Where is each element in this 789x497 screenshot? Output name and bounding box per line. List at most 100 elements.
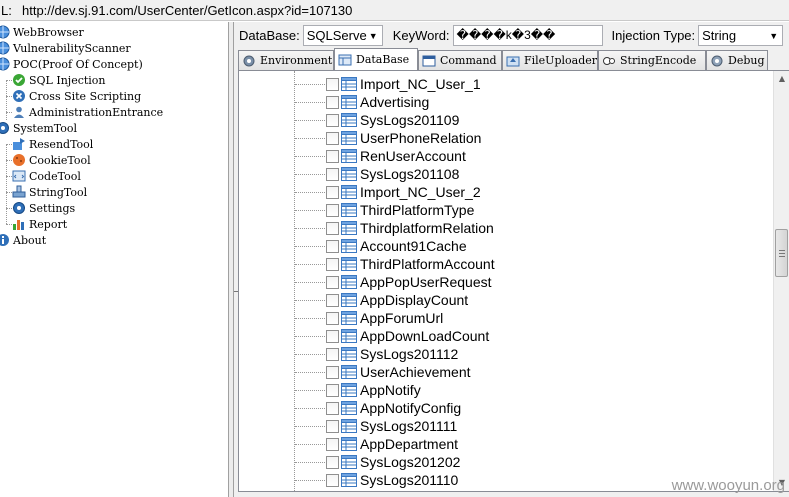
window-icon	[422, 55, 436, 66]
table-checkbox[interactable]	[326, 366, 339, 379]
gear-icon	[13, 202, 25, 214]
table-row[interactable]: AppNotifyConfig	[239, 399, 779, 417]
globe-icon	[0, 57, 10, 71]
table-name: Import_NC_User_1	[360, 76, 481, 92]
table-row[interactable]: SysLogs201108	[239, 165, 779, 183]
table-checkbox[interactable]	[326, 78, 339, 91]
table-name: SysLogs201111	[360, 418, 458, 434]
table-name: UserPhoneRelation	[360, 130, 482, 146]
database-select[interactable]: SQLServe ▼	[302, 24, 383, 46]
table-checkbox[interactable]	[326, 132, 339, 145]
tab-fileuploader[interactable]: FileUploader	[502, 50, 598, 70]
address-url[interactable]: http://dev.sj.91.com/UserCenter/GetIcon.…	[12, 3, 352, 18]
tab-command[interactable]: Command	[418, 50, 502, 70]
table-icon	[341, 257, 357, 271]
table-icon	[341, 473, 357, 487]
tree-item-poc-proof-of-concept[interactable]: POC(Proof Of Concept)	[0, 56, 143, 72]
tree-item-resendtool[interactable]: ResendTool	[12, 136, 93, 152]
tree-item-label: Report	[29, 217, 68, 231]
tree-item-codetool[interactable]: CodeTool	[12, 168, 81, 184]
table-row[interactable]: Import_NC_User_1	[239, 75, 779, 93]
table-checkbox[interactable]	[326, 114, 339, 127]
keyword-input[interactable]: ����k�3��	[452, 24, 603, 46]
table-icon	[341, 455, 357, 469]
table-checkbox[interactable]	[326, 474, 339, 487]
tab-label: StringEncode	[620, 54, 697, 67]
tree-connector	[295, 156, 325, 157]
encode-icon	[603, 56, 615, 65]
tree-item-cross-site-scripting[interactable]: Cross Site Scripting	[12, 88, 141, 104]
injection-type-value: String	[702, 27, 737, 43]
chevron-down-icon: ▼	[368, 30, 378, 41]
tree-item-about[interactable]: About	[0, 232, 46, 248]
tree-item-report[interactable]: Report	[12, 216, 67, 232]
table-checkbox[interactable]	[326, 240, 339, 253]
table-row[interactable]: AppForumUrl	[239, 309, 779, 327]
tab-stringencode[interactable]: StringEncode	[598, 50, 706, 70]
tree-item-cookietool[interactable]: CookieTool	[12, 152, 91, 168]
table-row[interactable]: AppDepartment	[239, 435, 779, 453]
tree-item-settings[interactable]: Settings	[12, 200, 75, 216]
table-row[interactable]: Advertising	[239, 93, 779, 111]
table-checkbox[interactable]	[326, 330, 339, 343]
table-row[interactable]: UserAchievement	[239, 363, 779, 381]
tree-item-webbrowser[interactable]: WebBrowser	[0, 24, 84, 40]
table-checkbox[interactable]	[326, 402, 339, 415]
tree-item-label: VulnerabilityScanner	[13, 41, 131, 55]
database-label: DataBase:	[239, 27, 300, 43]
tree-item-label: CodeTool	[29, 169, 81, 183]
table-row[interactable]: AppDisplayCount	[239, 291, 779, 309]
user-icon	[14, 106, 24, 118]
table-row[interactable]: Account91Cache	[239, 237, 779, 255]
table-checkbox[interactable]	[326, 384, 339, 397]
table-checkbox[interactable]	[326, 258, 339, 271]
table-checkbox[interactable]	[326, 456, 339, 469]
globe-icon	[0, 25, 10, 39]
table-row[interactable]: AppDownLoadCount	[239, 327, 779, 345]
table-checkbox[interactable]	[326, 420, 339, 433]
upload-icon	[506, 56, 520, 66]
table-checkbox[interactable]	[326, 204, 339, 217]
tree-item-vulnerabilityscanner[interactable]: VulnerabilityScanner	[0, 40, 131, 56]
table-row[interactable]: UserPhoneRelation	[239, 129, 779, 147]
table-row[interactable]: Import_NC_User_2	[239, 183, 779, 201]
tab-label: FileUploader	[524, 54, 597, 67]
table-row[interactable]: SysLogs201109	[239, 111, 779, 129]
table-checkbox[interactable]	[326, 438, 339, 451]
table-checkbox[interactable]	[326, 348, 339, 361]
table-checkbox[interactable]	[326, 150, 339, 163]
table-row[interactable]: ThirdplatformRelation	[239, 219, 779, 237]
injection-type-select[interactable]: String ▼	[698, 24, 784, 46]
tree-item-administrationentrance[interactable]: AdministrationEntrance	[12, 104, 163, 120]
table-row[interactable]: SysLogs201112	[239, 345, 779, 363]
info-icon	[0, 234, 9, 246]
table-row[interactable]: ThirdPlatformAccount	[239, 255, 779, 273]
scroll-up-arrow-icon[interactable]: ▲	[774, 71, 789, 87]
table-checkbox[interactable]	[326, 222, 339, 235]
table-checkbox[interactable]	[326, 294, 339, 307]
tab-debug[interactable]: Debug	[706, 50, 768, 70]
table-row[interactable]: SysLogs201111	[239, 417, 779, 435]
table-row[interactable]: AppPopUserRequest	[239, 273, 779, 291]
table-row[interactable]: AppNotify	[239, 381, 779, 399]
table-checkbox[interactable]	[326, 312, 339, 325]
table-row[interactable]: ThirdPlatformType	[239, 201, 779, 219]
table-checkbox[interactable]	[326, 168, 339, 181]
scroll-thumb[interactable]	[775, 229, 788, 277]
table-icon	[341, 311, 357, 325]
tree-item-systemtool[interactable]: SystemTool	[0, 120, 77, 136]
vertical-scrollbar[interactable]: ▲ ▼	[773, 71, 789, 491]
table-icon	[341, 77, 357, 91]
table-name: AppDepartment	[360, 436, 459, 452]
tab-environment[interactable]: Environment	[238, 50, 334, 70]
tree-item-sql-injection[interactable]: SQL Injection	[12, 72, 106, 88]
table-row[interactable]: SysLogs201202	[239, 453, 779, 471]
table-row[interactable]: RenUserAccount	[239, 147, 779, 165]
table-checkbox[interactable]	[326, 276, 339, 289]
tree-item-stringtool[interactable]: StringTool	[12, 184, 87, 200]
table-icon	[341, 239, 357, 253]
table-checkbox[interactable]	[326, 96, 339, 109]
tab-database[interactable]: DataBase	[334, 48, 418, 70]
table-checkbox[interactable]	[326, 186, 339, 199]
address-bar[interactable]: L: http://dev.sj.91.com/UserCenter/GetIc…	[0, 0, 789, 21]
